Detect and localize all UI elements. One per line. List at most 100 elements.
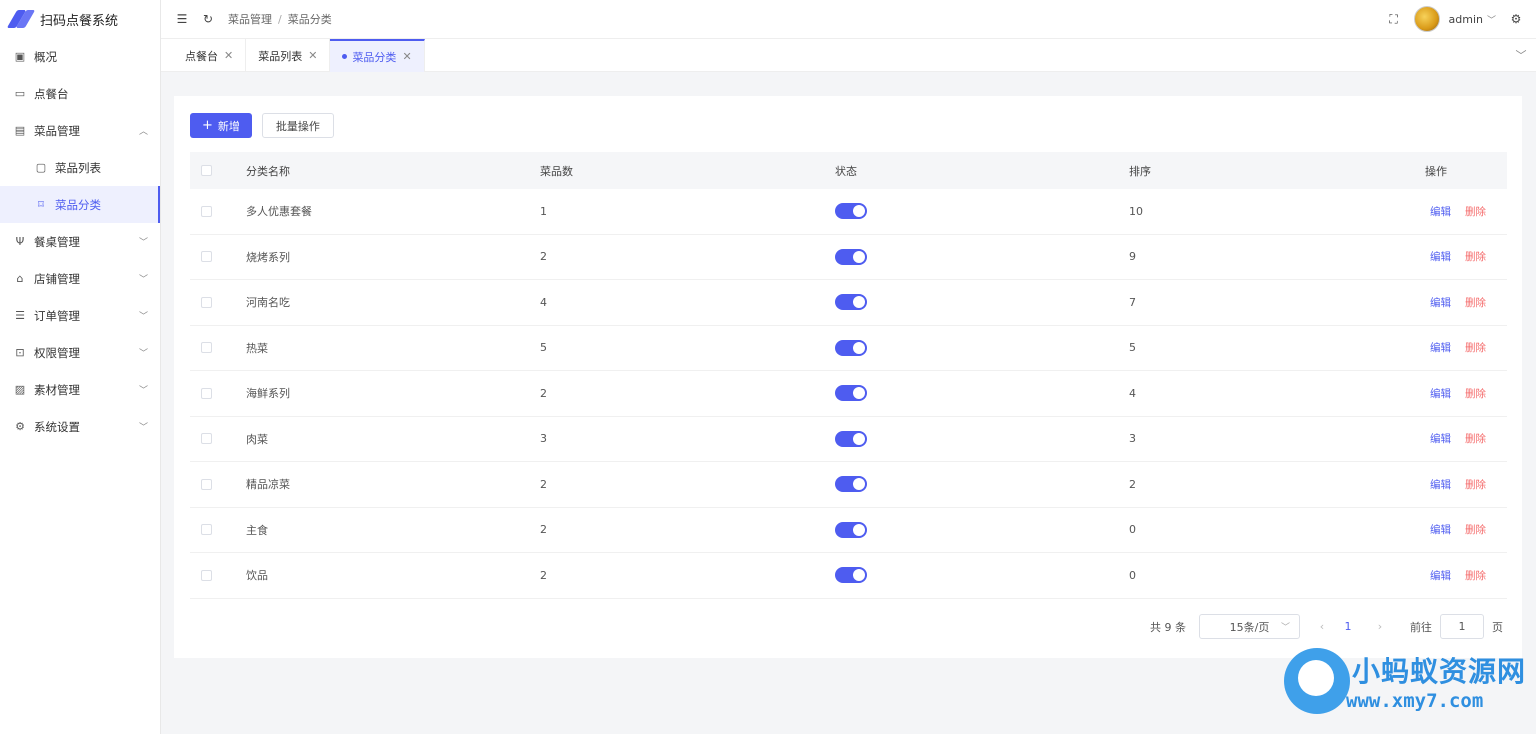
row-checkbox[interactable] [201,205,212,217]
message-icon: ▢ [35,161,47,174]
batch-operation-button[interactable]: 批量操作 [261,113,334,138]
row-checkbox[interactable] [201,296,212,308]
table-row: 河南名吃 4 7 编辑 删除 [190,280,1507,326]
select-all-checkbox[interactable] [201,165,212,176]
tab-bar: 点餐台 ✕ 菜品列表 ✕ 菜品分类 ✕ ﹀ [161,39,1536,72]
status-toggle[interactable] [835,430,867,447]
dish-count: 2 [540,477,547,491]
logo-icon [6,9,36,29]
close-icon[interactable]: ✕ [224,49,233,62]
edit-link[interactable]: 编辑 [1430,249,1451,264]
dish-icon: ▤ [14,124,26,137]
chevron-up-icon: ︿ [138,127,148,137]
sidebar-item-overview[interactable]: ▣ 概况 [0,38,160,75]
sidebar-item-dish-management[interactable]: ▤ 菜品管理 ︿ [0,112,160,149]
sidebar-item-order-management[interactable]: ☰ 订单管理 ﹀ [0,297,160,334]
close-icon[interactable]: ✕ [402,50,411,63]
delete-link[interactable]: 删除 [1465,386,1486,401]
pagination-total: 共 9 条 [1150,620,1186,634]
sort-order: 2 [1129,477,1136,491]
row-checkbox[interactable] [201,433,212,445]
sidebar-item-system-settings[interactable]: ⚙ 系统设置 ﹀ [0,408,160,445]
delete-link[interactable]: 删除 [1465,204,1486,219]
page-size-value: 15条/页 [1229,620,1270,634]
avatar[interactable] [1413,6,1440,32]
edit-link[interactable]: 编辑 [1430,340,1451,355]
status-toggle[interactable] [835,476,867,493]
status-toggle[interactable] [835,294,867,311]
status-toggle[interactable] [835,248,867,265]
row-checkbox[interactable] [201,342,212,354]
row-checkbox[interactable] [201,251,212,263]
sidebar-item-label: 点餐台 [34,86,69,101]
status-toggle[interactable] [835,567,867,584]
next-page-icon[interactable]: › [1370,620,1390,633]
row-checkbox[interactable] [201,478,212,490]
collapse-menu-icon[interactable]: ☰ [174,11,190,27]
sidebar-item-shop-management[interactable]: ⌂ 店铺管理 ﹀ [0,260,160,297]
column-header: 分类名称 [246,164,290,178]
column-header: 排序 [1129,164,1151,178]
sidebar-item-label: 菜品列表 [55,160,101,175]
edit-link[interactable]: 编辑 [1430,522,1451,537]
page-size-select[interactable]: 15条/页 ﹀ [1199,614,1300,639]
edit-link[interactable]: 编辑 [1430,295,1451,310]
chevron-down-icon: ﹀ [138,312,148,322]
page-number[interactable]: 1 [1338,620,1358,633]
user-menu[interactable]: admin ﹀ [1449,13,1496,26]
status-toggle[interactable] [835,385,867,402]
breadcrumb-item[interactable]: 菜品管理 [228,11,272,27]
row-checkbox[interactable] [201,524,212,536]
row-checkbox[interactable] [201,387,212,399]
watermark-url: www.xmy7.com [1346,690,1484,712]
delete-link[interactable]: 删除 [1465,340,1486,355]
sidebar-item-media-management[interactable]: ▨ 素材管理 ﹀ [0,371,160,408]
plus-icon: + [202,118,213,133]
edit-link[interactable]: 编辑 [1430,568,1451,583]
category-name: 主食 [246,523,268,537]
delete-link[interactable]: 删除 [1465,477,1486,492]
edit-link[interactable]: 编辑 [1430,431,1451,446]
fullscreen-icon[interactable]: ⛶ [1386,11,1402,27]
sidebar-item-label: 素材管理 [34,382,80,397]
tab-dish-list[interactable]: 菜品列表 ✕ [246,39,331,72]
delete-link[interactable]: 删除 [1465,295,1486,310]
row-checkbox[interactable] [201,569,212,581]
settings-icon[interactable]: ⚙ [1508,11,1524,27]
edit-link[interactable]: 编辑 [1430,386,1451,401]
order-icon: ☰ [15,309,25,322]
sidebar-item-dish-category[interactable]: ⌑ 菜品分类 [0,186,160,223]
add-button-label: 新增 [217,119,240,133]
tab-label: 点餐台 [185,49,218,63]
sidebar-item-ordering-desk[interactable]: ▭ 点餐台 [0,75,160,112]
sidebar-item-dish-list[interactable]: ▢ 菜品列表 [0,149,160,186]
edit-link[interactable]: 编辑 [1430,204,1451,219]
sidebar-item-label: 菜品管理 [34,123,80,138]
refresh-icon[interactable]: ↻ [200,11,216,27]
status-toggle[interactable] [835,521,867,538]
prev-page-icon[interactable]: ‹ [1312,620,1332,633]
app-logo[interactable]: 扫码点餐系统 [0,0,160,38]
monitor-icon: ▭ [14,87,26,100]
tab-ordering-desk[interactable]: 点餐台 ✕ [161,39,247,72]
tabs-dropdown-icon[interactable]: ﹀ [1506,39,1536,71]
dish-count: 1 [540,204,547,218]
add-button[interactable]: + 新增 [190,113,252,138]
edit-link[interactable]: 编辑 [1430,477,1451,492]
delete-link[interactable]: 删除 [1465,431,1486,446]
status-toggle[interactable] [835,203,867,220]
delete-link[interactable]: 删除 [1465,249,1486,264]
dish-count: 5 [540,341,547,355]
sidebar-item-permission-management[interactable]: ⊡ 权限管理 ﹀ [0,334,160,371]
status-toggle[interactable] [835,339,867,356]
sort-order: 0 [1129,523,1136,537]
delete-link[interactable]: 删除 [1465,522,1486,537]
goto-page-input[interactable]: 1 [1440,614,1484,639]
close-icon[interactable]: ✕ [308,49,317,62]
table-row: 饮品 2 0 编辑 删除 [190,553,1507,599]
tab-dish-category[interactable]: 菜品分类 ✕ [330,39,425,72]
column-header: 菜品数 [540,164,573,178]
delete-link[interactable]: 删除 [1465,568,1486,583]
category-name: 热菜 [246,341,268,355]
sidebar-item-table-management[interactable]: Ψ 餐桌管理 ﹀ [0,223,160,260]
